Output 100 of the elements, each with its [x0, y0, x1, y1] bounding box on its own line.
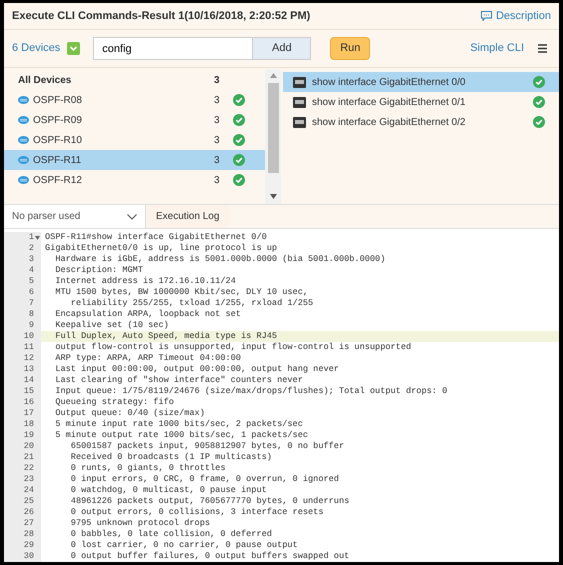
line-number: 28 — [24, 529, 34, 540]
menu-icon[interactable] — [538, 44, 547, 53]
code-line: 5 minute output rate 1000 bits/sec, 1 packets/sec — [54, 430, 308, 441]
code-line: Last clearing of "show interface" counters never — [54, 375, 303, 386]
router-icon — [18, 156, 29, 164]
line-number: 24 — [24, 485, 34, 496]
line-number: 11 — [24, 342, 34, 353]
line-number: 23 — [24, 474, 34, 485]
code-line: Hardware is iGbE, address is 5001.000b.0000 (bia 5001.000b.0000) — [54, 254, 386, 265]
comment-icon — [480, 11, 492, 21]
line-number: 17 — [24, 408, 34, 419]
code-line: Received 0 broadcasts (1 IP multicasts) — [70, 452, 272, 463]
scroll-up-icon[interactable] — [270, 73, 276, 78]
device-row[interactable]: OSPF-R10 3 — [4, 130, 265, 150]
devices-link[interactable]: 6 Devices — [12, 40, 60, 57]
code-line: 9795 unknown protocol drops — [70, 518, 210, 529]
line-number: 20 — [24, 441, 34, 452]
code-line: Queueing strategy: fifo — [54, 397, 174, 408]
line-number: 30 — [24, 551, 34, 562]
code-line: output flow-control is unsupported, input flow-control is unsupported — [54, 342, 412, 353]
success-check-icon — [533, 76, 545, 88]
code-line: Encapsulation ARPA, loopback not set — [54, 309, 241, 320]
run-button[interactable]: Run — [330, 37, 370, 60]
line-number: 8 — [28, 309, 34, 320]
code-line: Full Duplex, Auto Speed, media type is RJ45 — [54, 331, 278, 342]
code-line: GigabitEthernet0/0 is up, line protocol is up — [45, 243, 278, 254]
line-number: 1 — [28, 232, 34, 243]
device-name: OSPF-R09 — [33, 114, 83, 128]
code-line: Output queue: 0/40 (size/max) — [54, 408, 205, 419]
code-line: Input queue: 1/75/8119/24676 (size/max/drops/flushes); Total output drops: 0 — [54, 386, 448, 397]
simple-cli-link[interactable]: Simple CLI — [470, 40, 524, 57]
code-line: 0 input errors, 0 CRC, 0 frame, 0 overrun, 0 ignored — [70, 474, 339, 485]
all-devices-label: All Devices — [18, 74, 72, 88]
chevron-down-icon — [127, 214, 137, 220]
execution-log-tab[interactable]: Execution Log — [146, 205, 230, 228]
device-name: OSPF-R08 — [33, 94, 83, 108]
fold-icon[interactable] — [35, 236, 40, 240]
line-number: 13 — [24, 364, 34, 375]
code-line: 0 output errors, 0 collisions, 3 interface resets — [70, 507, 324, 518]
success-check-icon — [233, 174, 245, 186]
code-line: 65001587 packets input, 9058812907 bytes, 0 no buffer — [70, 441, 344, 452]
code-line: Last input 00:00:00, output 00:00:00, output hang never — [54, 364, 339, 375]
dropdown-toggle-icon[interactable] — [67, 42, 80, 55]
code-line: Keepalive set (10 sec) — [54, 320, 169, 331]
code-line: 5 minute input rate 1000 bits/sec, 2 packets/sec — [54, 419, 303, 430]
success-check-icon — [233, 134, 245, 146]
window-title: Execute CLI Commands-Result 1(10/16/2018, 2:20:52 PM) — [12, 8, 310, 24]
line-number: 5 — [28, 276, 34, 287]
device-count: 3 — [214, 114, 221, 128]
line-number: 26 — [24, 507, 34, 518]
code-line: MTU 1500 bytes, BW 1000000 Kbit/sec, DLY 10 usec, — [54, 287, 308, 298]
line-number: 16 — [24, 397, 34, 408]
line-number: 29 — [24, 540, 34, 551]
command-input[interactable]: config — [93, 37, 254, 60]
device-row[interactable]: OSPF-R11 3 — [4, 150, 265, 170]
line-number: 22 — [24, 463, 34, 474]
device-name: OSPF-R12 — [33, 174, 83, 188]
router-icon — [18, 116, 29, 124]
parser-select[interactable]: No parser used — [4, 205, 146, 228]
command-row[interactable]: show interface GigabitEthernet 0/0 — [283, 72, 559, 92]
line-number: 27 — [24, 518, 34, 529]
line-number: 19 — [24, 430, 34, 441]
code-line: Internet address is 172.16.10.11/24 — [54, 276, 236, 287]
router-icon — [18, 96, 29, 104]
router-icon — [18, 136, 29, 144]
line-number: 6 — [28, 287, 34, 298]
success-check-icon — [533, 116, 545, 128]
code-line: reliability 255/255, txload 1/255, rxload 1/255 — [70, 298, 314, 309]
code-line: ARP type: ARPA, ARP Timeout 04:00:00 — [54, 353, 241, 364]
device-count: 3 — [214, 94, 221, 108]
device-count: 3 — [214, 134, 221, 148]
success-check-icon — [533, 96, 545, 108]
line-number: 14 — [24, 375, 34, 386]
router-icon — [18, 176, 29, 184]
device-name: OSPF-R11 — [33, 154, 82, 168]
line-number: 7 — [28, 298, 34, 309]
success-check-icon — [233, 114, 245, 126]
scrollbar[interactable] — [265, 70, 281, 204]
device-count: 3 — [214, 74, 220, 88]
code-line: Description: MGMT — [54, 265, 143, 276]
scroll-down-icon[interactable] — [270, 194, 276, 199]
command-text: show interface GigabitEthernet 0/2 — [312, 116, 466, 130]
code-line: 0 lost carrier, 0 no carrier, 0 pause output — [70, 540, 298, 551]
add-button[interactable]: Add — [253, 37, 312, 60]
device-count: 3 — [214, 174, 221, 188]
command-text: show interface GigabitEthernet 0/1 — [312, 96, 466, 110]
device-row[interactable]: OSPF-R08 3 — [4, 90, 265, 110]
description-link[interactable]: Description — [480, 8, 551, 24]
code-line: 48961226 packets output, 7605677770 bytes, 0 underruns — [70, 496, 350, 507]
line-number: 3 — [28, 254, 34, 265]
terminal-icon — [293, 116, 306, 128]
command-text: show interface GigabitEthernet 0/0 — [312, 76, 466, 90]
line-number: 15 — [24, 386, 34, 397]
command-row[interactable]: show interface GigabitEthernet 0/2 — [283, 112, 559, 132]
code-line: OSPF-R11#show interface GigabitEthernet 0/0 — [45, 232, 267, 243]
line-number: 12 — [24, 353, 34, 364]
device-row[interactable]: OSPF-R12 3 — [4, 170, 265, 190]
device-row[interactable]: OSPF-R09 3 — [4, 110, 265, 130]
line-number: 18 — [24, 419, 34, 430]
command-row[interactable]: show interface GigabitEthernet 0/1 — [283, 92, 559, 112]
